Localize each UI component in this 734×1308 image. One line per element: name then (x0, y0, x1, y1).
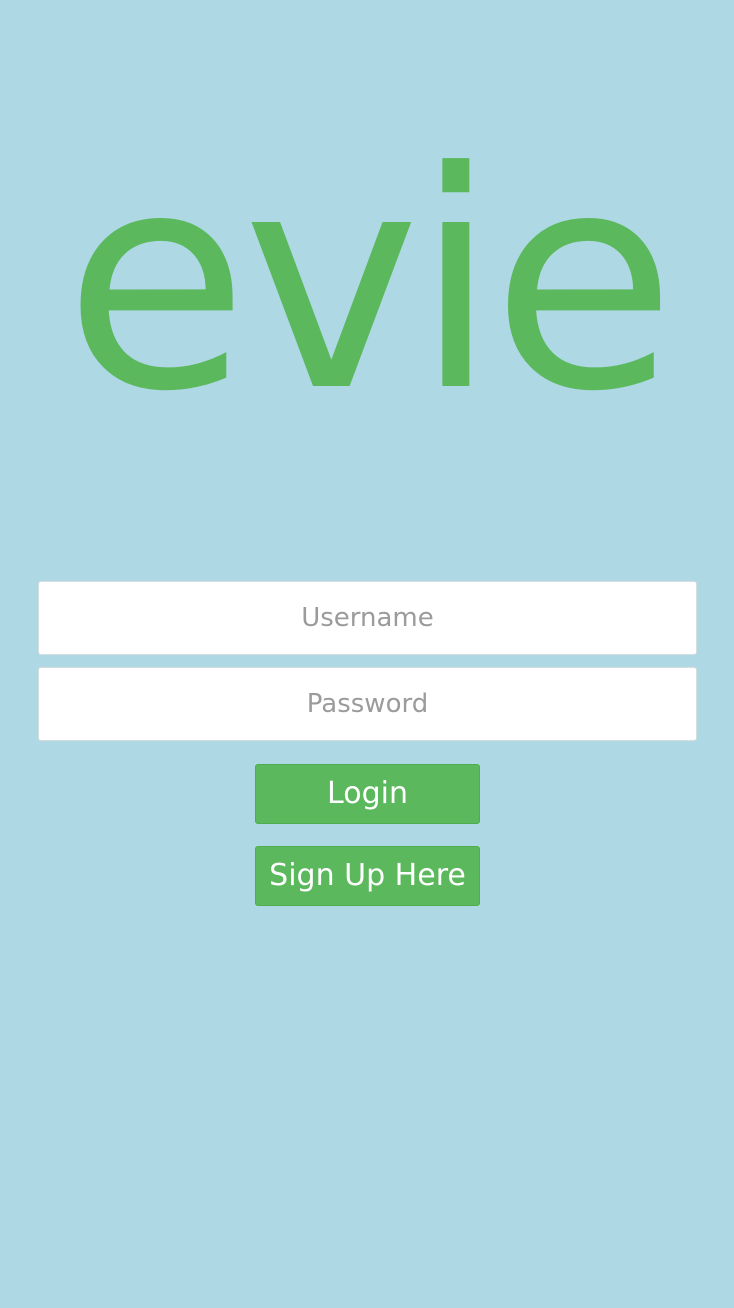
username-input[interactable] (38, 581, 697, 655)
login-button[interactable]: Login (255, 764, 480, 824)
evie-logo: evie (63, 108, 676, 457)
password-input[interactable] (38, 667, 697, 741)
sign-up-button[interactable]: Sign Up Here (255, 846, 480, 906)
